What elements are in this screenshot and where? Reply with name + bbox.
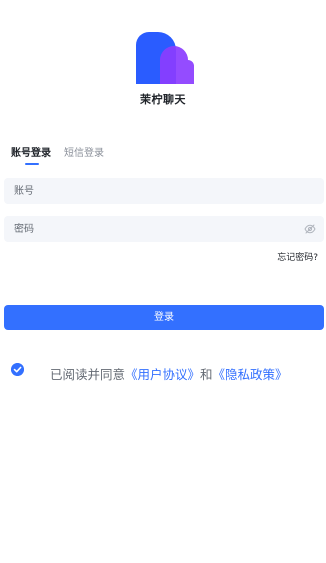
user-agreement-link[interactable]: 《用户协议》 — [125, 367, 200, 382]
tab-account-login[interactable]: 账号登录 — [11, 144, 51, 159]
eye-off-icon[interactable] — [304, 223, 316, 235]
app-name: 茉柠聊天 — [140, 93, 186, 106]
tab-sms-login[interactable]: 短信登录 — [64, 144, 104, 159]
account-input[interactable] — [4, 178, 324, 204]
login-button[interactable]: 登录 — [4, 305, 324, 330]
agreement-text: 已阅读并同意《用户协议》和《隐私政策》 — [50, 364, 288, 383]
agreement-prefix: 已阅读并同意 — [50, 367, 126, 382]
privacy-policy-link[interactable]: 《隐私政策》 — [213, 367, 288, 382]
app-logo-icon — [136, 32, 194, 84]
password-input[interactable] — [4, 216, 324, 242]
agreement-conjunction: 和 — [200, 367, 213, 382]
active-tab-indicator — [25, 163, 39, 165]
account-field — [4, 178, 324, 204]
agreement-checkbox-icon[interactable] — [11, 363, 24, 376]
forgot-password-link[interactable]: 忘记密码? — [277, 250, 318, 263]
password-field — [4, 216, 324, 242]
